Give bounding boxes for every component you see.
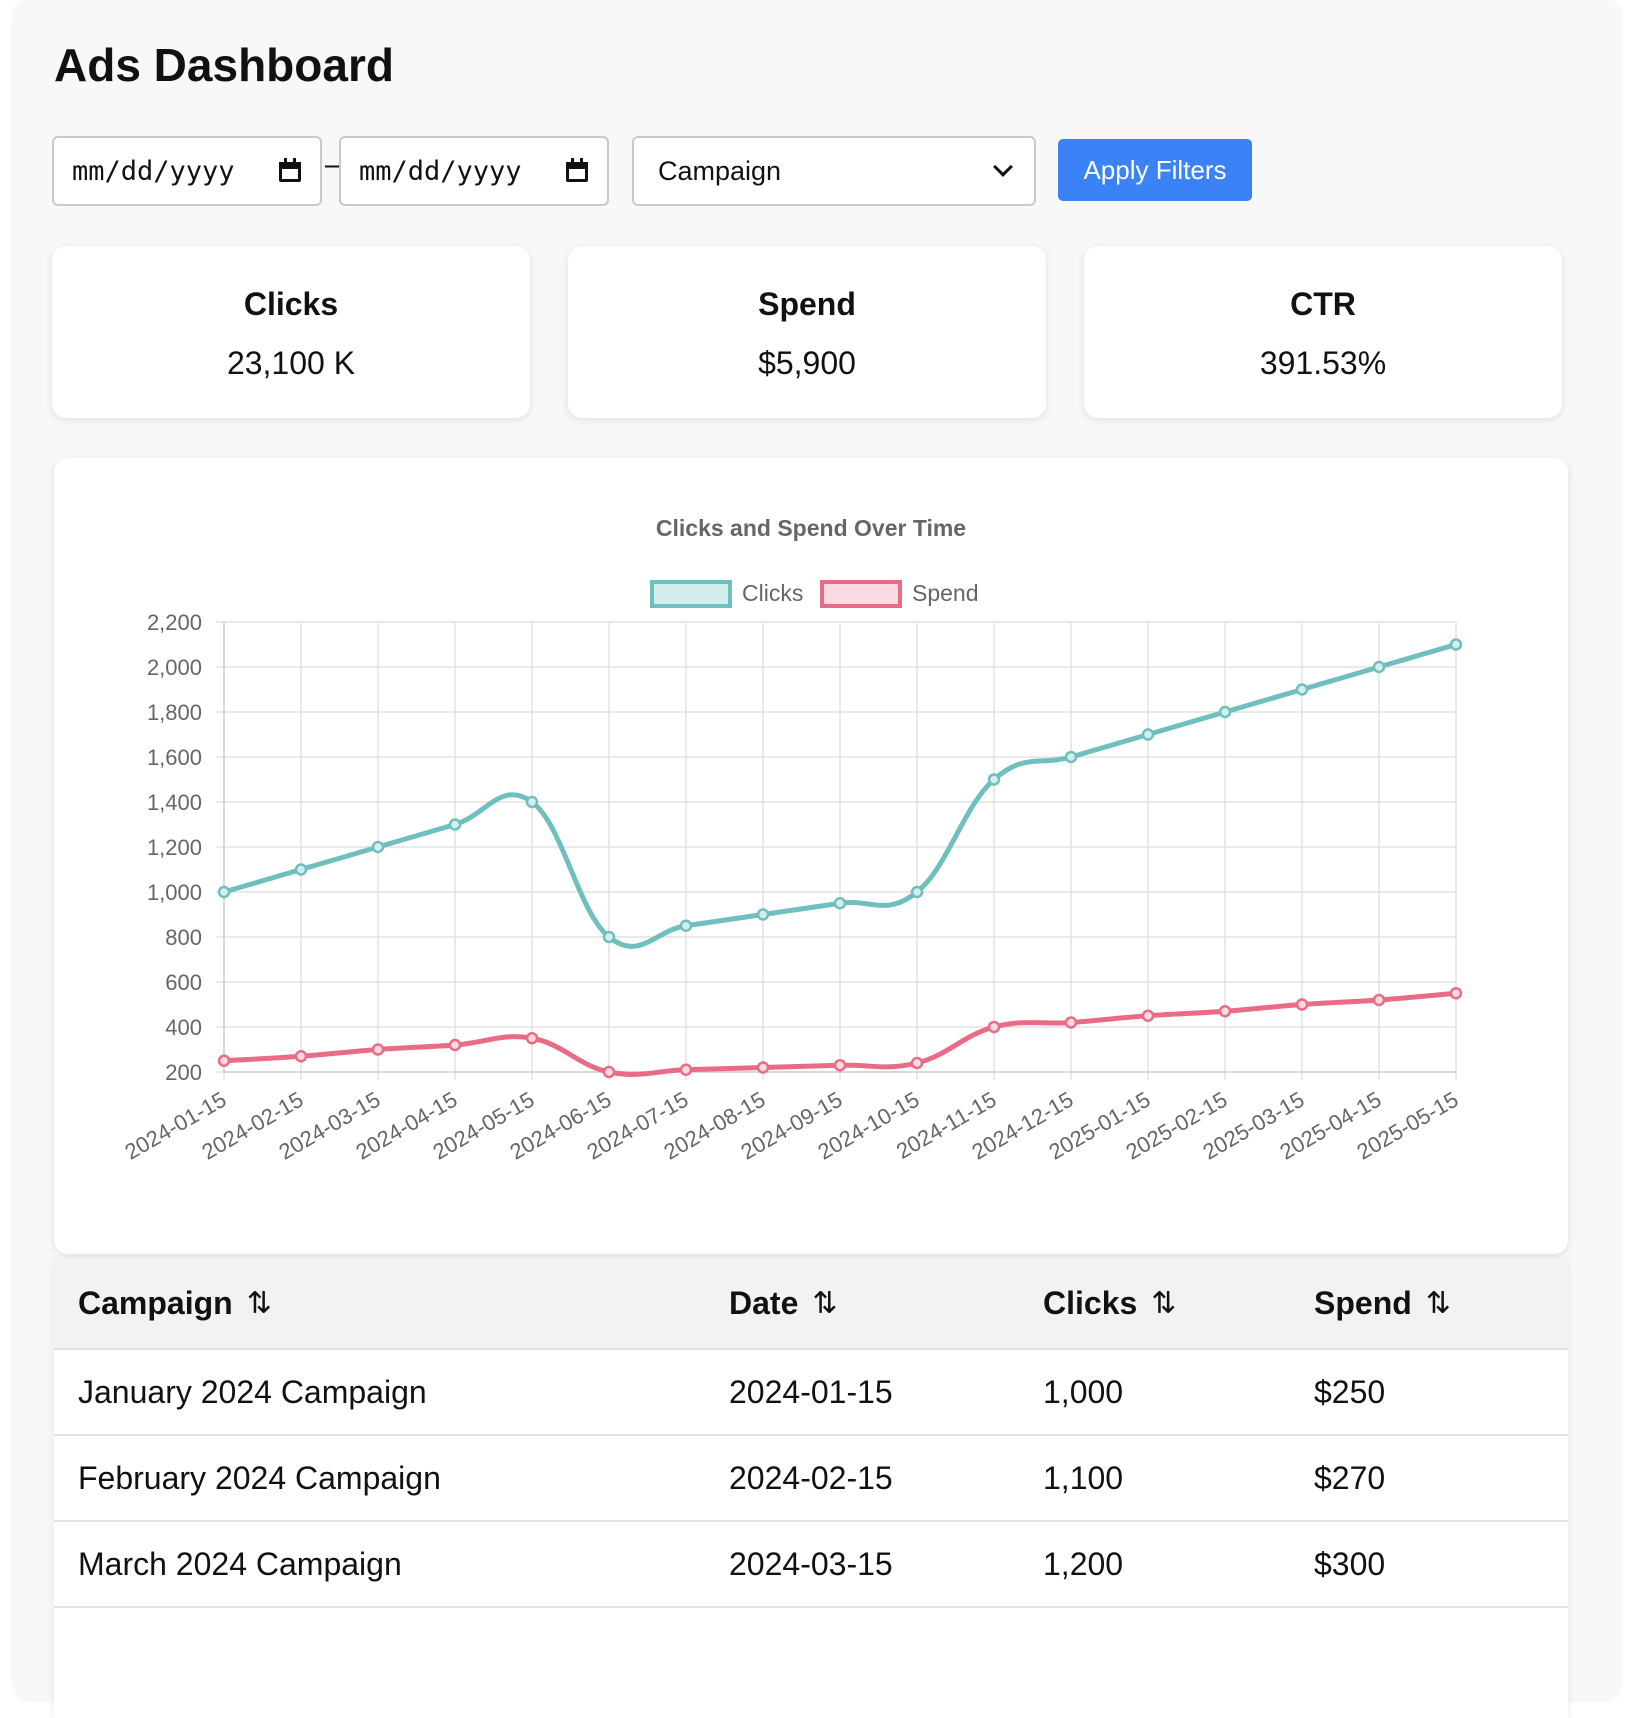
apply-filters-button[interactable]: Apply Filters (1058, 139, 1252, 201)
data-point (833, 897, 847, 910)
data-point (602, 930, 616, 944)
cell-spend: $270 (1314, 1459, 1386, 1496)
cell-campaign: January 2024 Campaign (78, 1373, 427, 1410)
kpi-value: 391.53% (1259, 345, 1387, 381)
data-point (294, 863, 308, 876)
data-point (910, 1056, 924, 1070)
end-date-value: mm/dd/yyyy (359, 155, 522, 187)
data-point (525, 1032, 539, 1045)
calendar-icon[interactable] (565, 158, 589, 184)
sort-icon[interactable]: ⇅ (1426, 1286, 1451, 1321)
chart-title: Clicks and Spend Over Time (656, 515, 966, 541)
data-point (294, 1050, 308, 1063)
data-point (525, 795, 539, 809)
start-date-value: mm/dd/yyyy (72, 155, 235, 187)
kpi-label: CTR (1290, 286, 1356, 322)
legend-label: Clicks (742, 580, 803, 606)
campaign-select-value: Campaign (658, 155, 782, 186)
data-point (602, 1065, 616, 1079)
cell-campaign: March 2024 Campaign (78, 1545, 402, 1582)
data-point (833, 1059, 847, 1072)
y-tick-label: 1,800 (147, 700, 202, 725)
sort-icon[interactable]: ⇅ (1151, 1286, 1176, 1321)
kpi-card-ctr: CTR 391.53% (1084, 246, 1562, 418)
y-tick-label: 400 (165, 1015, 202, 1040)
y-tick-label: 1,400 (147, 790, 202, 815)
data-point (987, 773, 1001, 786)
kpi-value: 23,100 K (226, 345, 356, 381)
cell-spend: $300 (1314, 1545, 1386, 1582)
column-header-date[interactable]: Date ⇅ (729, 1285, 838, 1322)
y-tick-label: 1,000 (147, 880, 202, 905)
data-point (1064, 750, 1078, 764)
data-point (987, 1020, 1001, 1034)
data-point (679, 919, 693, 932)
y-tick-label: 2,200 (147, 610, 202, 635)
kpi-label: Spend (758, 286, 856, 322)
y-tick-label: 800 (165, 925, 202, 950)
data-point (1449, 638, 1463, 651)
dashboard-page: Ads Dashboard mm/dd/yyyy – mm/dd/yyyy Ca… (14, 0, 1620, 1718)
cell-date: 2024-03-15 (729, 1545, 893, 1582)
data-point (448, 818, 462, 831)
chevron-down-icon (993, 157, 1013, 177)
chart-card: Clicks and Spend Over Time Clicks Spend 200… (54, 458, 1568, 1254)
sort-icon[interactable]: ⇅ (247, 1286, 272, 1321)
y-tick-label: 200 (165, 1060, 202, 1085)
cell-clicks: 1,100 (1043, 1459, 1124, 1496)
kpi-label: Clicks (243, 286, 339, 322)
y-tick-label: 2,000 (147, 655, 202, 680)
data-point (217, 885, 231, 899)
table-row[interactable]: March 2024 Campaign 2024-03-15 1,200 $30… (54, 1522, 1568, 1608)
data-point (1449, 987, 1463, 1000)
data-point (756, 1061, 770, 1074)
data-point (679, 1063, 693, 1076)
data-point (371, 1043, 385, 1056)
data-point (756, 908, 770, 921)
legend-swatch (650, 580, 732, 608)
table-header: Campaign ⇅ Date ⇅ Clicks ⇅ Spend ⇅ (54, 1258, 1568, 1350)
data-point (1372, 993, 1386, 1007)
y-tick-label: 600 (165, 970, 202, 995)
calendar-icon[interactable] (278, 158, 302, 184)
legend-label: Spend (912, 580, 979, 606)
kpi-value: $5,900 (758, 345, 856, 381)
legend-swatch (820, 580, 902, 608)
cell-spend: $250 (1314, 1373, 1386, 1410)
data-point (1141, 1009, 1155, 1022)
campaign-select[interactable]: Campaign (632, 136, 1036, 206)
column-header-campaign[interactable]: Campaign ⇅ (78, 1285, 272, 1322)
cell-date: 2024-02-15 (729, 1459, 893, 1496)
cell-clicks: 1,200 (1043, 1545, 1124, 1582)
data-point (1218, 705, 1232, 719)
data-point (1295, 998, 1309, 1011)
end-date-input[interactable]: mm/dd/yyyy (339, 136, 609, 206)
column-header-clicks[interactable]: Clicks ⇅ (1043, 1285, 1176, 1322)
cell-date: 2024-01-15 (729, 1373, 893, 1410)
data-point (910, 885, 924, 899)
data-point (371, 840, 385, 854)
data-point (1218, 1005, 1232, 1018)
cell-clicks: 1,000 (1043, 1373, 1124, 1410)
start-date-input[interactable]: mm/dd/yyyy (52, 136, 322, 206)
line-chart: Clicks and Spend Over Time Clicks Spend 200… (121, 515, 1463, 1165)
data-point (217, 1054, 231, 1067)
kpi-card-spend: Spend $5,900 (568, 246, 1046, 418)
data-point (1372, 660, 1386, 674)
campaign-table: Campaign ⇅ Date ⇅ Clicks ⇅ Spend ⇅ Janua… (54, 1258, 1568, 1718)
data-point (1141, 728, 1155, 741)
table-row[interactable]: February 2024 Campaign 2024-02-15 1,100 … (54, 1436, 1568, 1522)
cell-campaign: February 2024 Campaign (78, 1459, 441, 1496)
column-header-spend[interactable]: Spend ⇅ (1314, 1285, 1451, 1322)
table-row[interactable]: January 2024 Campaign 2024-01-15 1,000 $… (54, 1350, 1568, 1436)
y-tick-label: 1,200 (147, 835, 202, 860)
data-point (1295, 683, 1309, 696)
data-point (448, 1038, 462, 1052)
kpi-card-clicks: Clicks 23,100 K (52, 246, 530, 418)
data-point (1064, 1016, 1078, 1029)
sort-icon[interactable]: ⇅ (812, 1286, 837, 1321)
page-title: Ads Dashboard (54, 39, 394, 91)
y-tick-label: 1,600 (147, 745, 202, 770)
